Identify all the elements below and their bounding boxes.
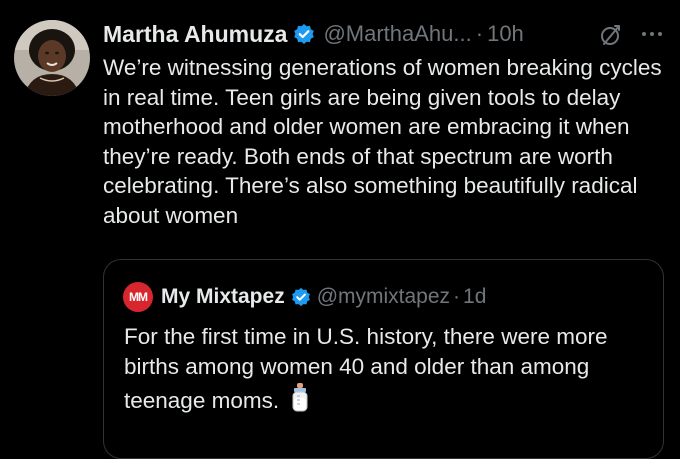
profile-photo [14, 20, 90, 96]
verified-badge-icon [293, 23, 315, 45]
tweet-timestamp[interactable]: 10h [487, 21, 524, 47]
quoted-tweet[interactable]: MM My Mixtapez @mymixtapez · 1d For the … [103, 259, 664, 459]
separator-dot: · [475, 21, 484, 46]
quoted-author-handle[interactable]: @mymixtapez [317, 285, 450, 309]
grok-icon[interactable] [598, 22, 624, 53]
tweet-header: Martha Ahumuza @MarthaAhu... · 10h [103, 16, 524, 52]
author-avatar[interactable] [14, 20, 90, 96]
quoted-tweet-header: MM My Mixtapez @mymixtapez · 1d [123, 282, 486, 312]
more-icon[interactable] [640, 24, 664, 49]
quoted-tweet-text: For the first time in U.S. history, ther… [124, 324, 608, 413]
separator-dot: · [453, 285, 461, 308]
tweet-text: We’re witnessing generations of women br… [103, 55, 662, 228]
quoted-author-name[interactable]: My Mixtapez [161, 285, 285, 309]
baby-bottle-icon [289, 382, 311, 420]
quoted-tweet-timestamp[interactable]: 1d [463, 285, 486, 309]
quoted-author-avatar[interactable]: MM [123, 282, 153, 312]
tweet[interactable]: Martha Ahumuza @MarthaAhu... · 10h We’re… [0, 0, 680, 459]
verified-badge-icon [291, 287, 311, 307]
quoted-tweet-text-block: For the first time in U.S. history, ther… [124, 322, 644, 420]
author-handle[interactable]: @MarthaAhu... [323, 21, 471, 47]
author-name[interactable]: Martha Ahumuza [103, 21, 287, 48]
